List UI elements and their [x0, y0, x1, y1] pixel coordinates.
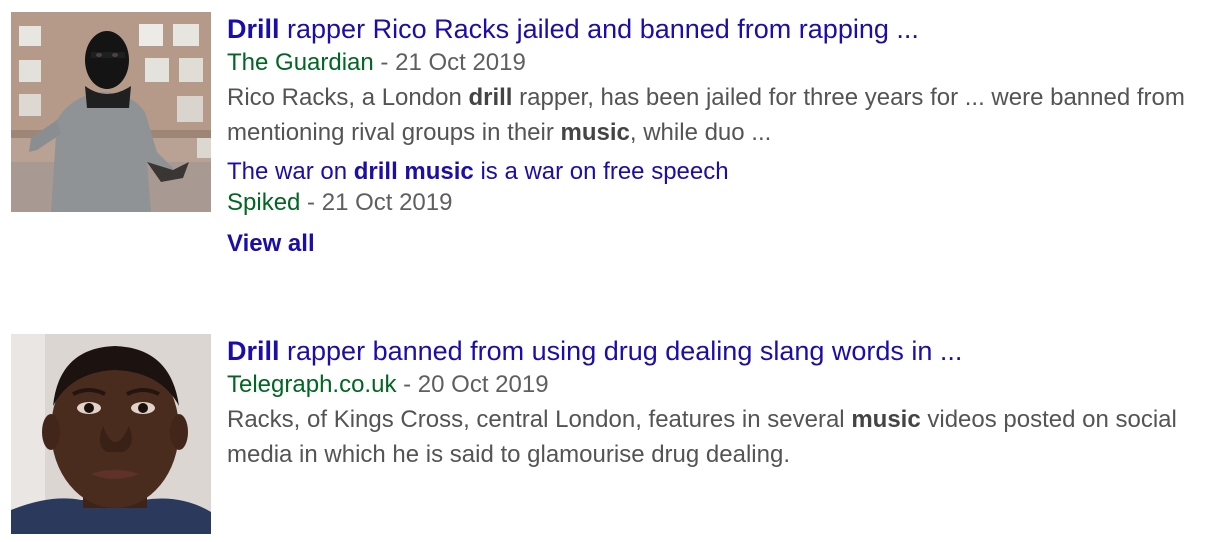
related-title-text: The war on: [227, 158, 354, 185]
news-result-content: Drill rapper Rico Racks jailed and banne…: [227, 12, 1217, 258]
related-story-source: Spiked: [227, 189, 301, 216]
related-story-date: 21 Oct 2019: [321, 189, 453, 216]
news-snippet: Rico Racks, a London drill rapper, has b…: [227, 80, 1217, 150]
title-highlight: Drill: [227, 14, 280, 44]
news-source: Telegraph.co.uk: [227, 371, 397, 398]
meta-separator: -: [373, 49, 396, 76]
masked-person-photo: [11, 12, 211, 212]
snippet-text: Rico Racks, a London: [227, 84, 469, 111]
snippet-highlight: music: [851, 406, 921, 433]
news-title-link[interactable]: Drill rapper banned from using drug deal…: [227, 334, 1217, 369]
view-all-link[interactable]: View all: [227, 230, 315, 258]
snippet-highlight: music: [560, 119, 630, 146]
mugshot-photo: [11, 334, 211, 534]
related-title-highlight: drill music: [353, 158, 474, 185]
meta-separator: -: [300, 189, 322, 216]
news-title-link[interactable]: Drill rapper Rico Racks jailed and banne…: [227, 12, 1217, 47]
snippet-text: , while duo ...: [629, 119, 772, 146]
snippet-highlight: drill: [468, 84, 513, 111]
related-story-link[interactable]: The war on drill music is a war on free …: [227, 156, 1217, 187]
news-result-content: Drill rapper banned from using drug deal…: [227, 334, 1217, 472]
related-story-meta: Spiked - 21 Oct 2019: [227, 187, 1217, 219]
news-date: 21 Oct 2019: [395, 49, 526, 76]
news-thumbnail[interactable]: [11, 12, 211, 212]
news-meta: The Guardian - 21 Oct 2019: [227, 47, 1217, 79]
title-highlight: Drill: [227, 336, 280, 366]
snippet-text: Racks, of Kings Cross, central London, f…: [227, 406, 852, 433]
meta-separator: -: [396, 371, 418, 398]
title-text: rapper Rico Racks jailed and banned from…: [279, 14, 919, 44]
news-snippet: Racks, of Kings Cross, central London, f…: [227, 402, 1217, 472]
title-text: rapper banned from using drug dealing sl…: [279, 336, 963, 366]
news-date: 20 Oct 2019: [417, 371, 549, 398]
related-title-text: is a war on free speech: [473, 158, 729, 185]
news-meta: Telegraph.co.uk - 20 Oct 2019: [227, 369, 1217, 401]
news-thumbnail[interactable]: [11, 334, 211, 534]
news-source: The Guardian: [227, 49, 374, 76]
